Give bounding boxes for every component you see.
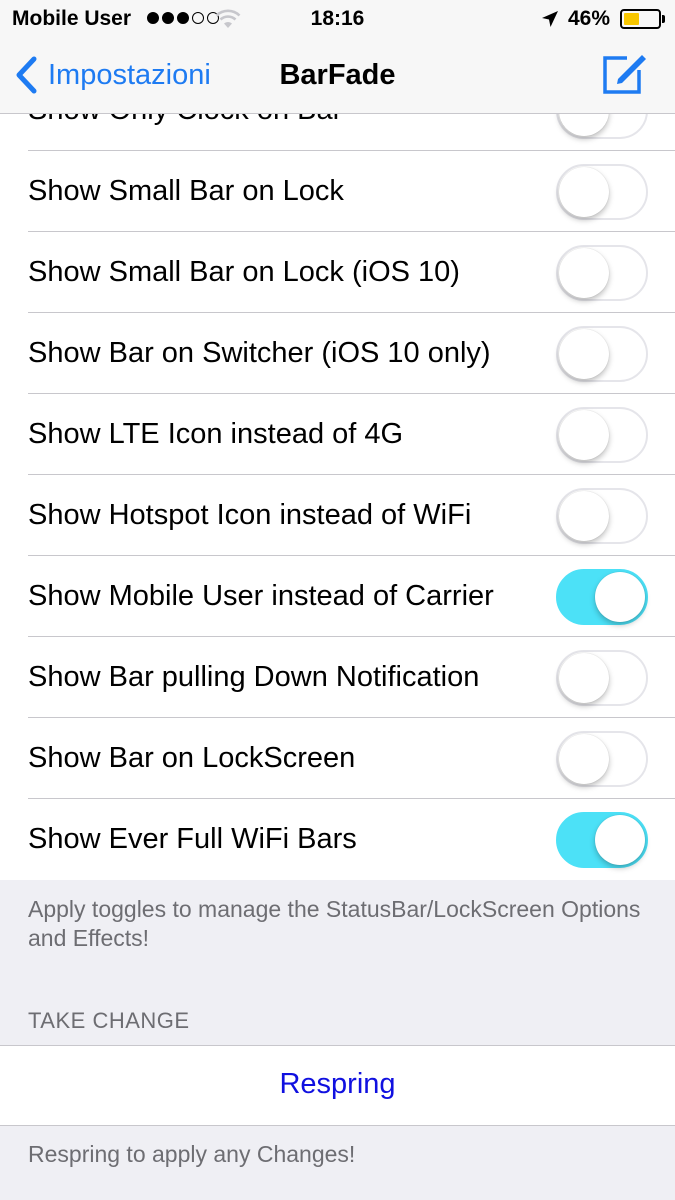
toggle-row: Show Bar on Switcher (iOS 10 only): [0, 313, 675, 394]
toggle-label: Show Hotspot Icon instead of WiFi: [28, 499, 472, 531]
toggle-switch[interactable]: [556, 812, 648, 868]
toggle-label: Show Ever Full WiFi Bars: [28, 823, 357, 855]
compose-icon[interactable]: [601, 52, 649, 96]
switch-knob: [559, 248, 609, 298]
toggle-row: Show Small Bar on Lock: [0, 151, 675, 232]
toggle-switch[interactable]: [556, 164, 648, 220]
toggle-label: Show LTE Icon instead of 4G: [28, 418, 404, 450]
toggle-switch[interactable]: [556, 650, 648, 706]
toggle-row: Show Bar pulling Down Notification: [0, 637, 675, 718]
respring-button[interactable]: Respring: [0, 1068, 675, 1101]
switch-knob: [595, 572, 645, 622]
navigation-bar: Impostazioni BarFade: [0, 38, 675, 114]
toggle-row: Show Hotspot Icon instead of WiFi: [0, 475, 675, 556]
toggle-row: Show Ever Full WiFi Bars: [0, 799, 675, 880]
toggle-label: Show Small Bar on Lock (iOS 10): [28, 256, 460, 288]
toggle-switch[interactable]: [556, 326, 648, 382]
section-header: TAKE CHANGE: [28, 1008, 190, 1033]
switch-knob: [559, 491, 609, 541]
location-arrow-icon: [542, 11, 558, 27]
toggle-row: Show Mobile User instead of Carrier: [0, 556, 675, 637]
toggle-row: Show Bar on LockScreen: [0, 718, 675, 799]
switch-knob: [559, 410, 609, 460]
toggle-switch[interactable]: [556, 245, 648, 301]
toggles-footer-note: Apply toggles to manage the StatusBar/Lo…: [28, 896, 641, 951]
respring-footer-note: Respring to apply any Changes!: [28, 1141, 356, 1167]
toggle-switch[interactable]: [556, 731, 648, 787]
toggle-row: Show LTE Icon instead of 4G: [0, 394, 675, 475]
switch-knob: [559, 329, 609, 379]
toggle-row: Show Small Bar on Lock (iOS 10): [0, 232, 675, 313]
toggle-list: Show Only Clock on Bar Show Small Bar on…: [0, 70, 675, 880]
status-bar: Mobile User 18:16 46%: [0, 0, 675, 38]
toggle-switch[interactable]: [556, 407, 648, 463]
battery-fill: [624, 13, 640, 25]
toggle-switch[interactable]: [556, 488, 648, 544]
switch-knob: [559, 653, 609, 703]
switch-knob: [595, 815, 645, 865]
toggle-label: Show Small Bar on Lock: [28, 175, 344, 207]
toggle-label: Show Mobile User instead of Carrier: [28, 580, 494, 612]
battery-icon: [620, 9, 665, 29]
toggle-label: Show Bar on Switcher (iOS 10 only): [28, 337, 491, 369]
page-title: BarFade: [279, 59, 396, 91]
toggle-label: Show Bar on LockScreen: [28, 742, 356, 774]
toggle-label: Show Bar pulling Down Notification: [28, 661, 480, 693]
toggle-switch[interactable]: [556, 569, 648, 625]
switch-knob: [559, 167, 609, 217]
respring-group: Respring: [0, 1045, 675, 1126]
switch-knob: [559, 734, 609, 784]
battery-percent: 46%: [568, 7, 611, 30]
